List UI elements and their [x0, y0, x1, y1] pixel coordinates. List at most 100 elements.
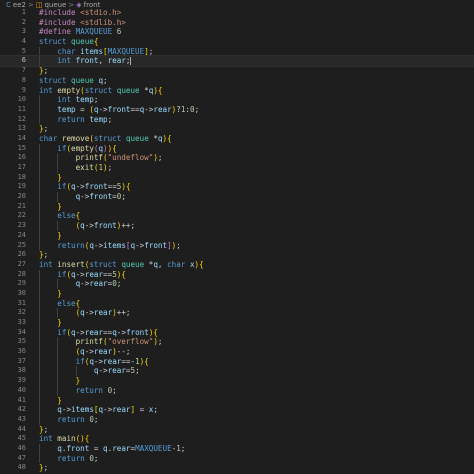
code-text: } [57, 318, 62, 327]
code-text: else{ [57, 211, 81, 221]
code-text: return 0; [75, 385, 117, 395]
line-number: 41 [17, 395, 26, 404]
code-line[interactable]: 17 exit(1); [0, 163, 474, 173]
line-number: 5 [21, 46, 26, 55]
line-number: 48 [17, 463, 26, 472]
code-line[interactable]: 9 int empty(struct queue *q){ [0, 86, 474, 96]
code-line[interactable]: 45 int main(){ [0, 434, 474, 444]
code-text: if(q->front==5){ [57, 182, 131, 192]
code-text: q->rear=0; [75, 279, 122, 289]
line-number: 46 [17, 443, 26, 452]
code-text: (q->rear)++; [75, 308, 131, 318]
code-line[interactable]: 4 struct queue{ [0, 37, 474, 47]
code-editor[interactable]: C ee2 > ◫ queue > ◈ front 1 #include <std… [0, 0, 474, 474]
code-line[interactable]: 39 } [0, 376, 474, 386]
code-line[interactable]: 37 if(q->rear==-1){ [0, 356, 474, 367]
code-line[interactable]: 40 return 0; [0, 385, 474, 396]
line-number: 16 [17, 153, 26, 162]
line-number: 1 [21, 8, 26, 16]
code-text: } [57, 395, 62, 405]
line-number: 35 [17, 337, 26, 346]
code-line[interactable]: 36 (q->rear)--; [0, 347, 474, 357]
code-text: } [57, 172, 62, 182]
line-number: 8 [21, 75, 26, 84]
code-line[interactable]: 19 if(q->front==5){ [0, 182, 474, 193]
code-line[interactable]: 24 } [0, 230, 474, 241]
code-line[interactable]: 18 } [0, 172, 474, 183]
line-number: 15 [17, 143, 26, 152]
code-line[interactable]: 3 #define MAXQUEUE 6 [0, 27, 474, 37]
code-line[interactable]: 6 int front, rear; [0, 55, 474, 68]
code-line[interactable]: 25 return(q->items[q->front]); [0, 240, 474, 251]
code-text: } [75, 376, 81, 386]
line-number: 31 [17, 298, 26, 307]
code-line[interactable]: 34 if(q->rear==q->front){ [0, 327, 474, 338]
line-number: 11 [17, 104, 26, 113]
code-area[interactable]: 1 #include <stdio.h> 2 #include <stdlib.h> 3… [0, 8, 474, 473]
code-text: return temp; [57, 114, 113, 124]
code-line[interactable]: 44}; [0, 425, 474, 435]
line-number: 21 [17, 201, 26, 210]
code-line[interactable]: 42 q->items[q->rear] = x; [0, 405, 474, 415]
code-line[interactable]: 38 q->rear=5; [0, 366, 474, 377]
code-text: q->rear=5; [93, 366, 140, 376]
line-number: 17 [17, 163, 26, 171]
code-line[interactable]: 10 int temp; [0, 95, 474, 105]
code-line[interactable]: 5 char items[MAXQUEUE]; [0, 46, 474, 57]
line-number: 44 [17, 424, 26, 433]
code-line[interactable]: 7}; [0, 66, 474, 76]
code-line[interactable]: 32 (q->rear)++; [0, 308, 474, 318]
code-line[interactable]: 23 (q->front)++; [0, 221, 474, 231]
line-number: 30 [17, 288, 26, 297]
code-text: int insert(struct queue *q, char x){ [39, 259, 204, 269]
code-text: #define MAXQUEUE 6 [39, 27, 122, 37]
code-line[interactable]: 35 printf("overflow"); [0, 337, 474, 348]
code-text: } [57, 201, 62, 211]
code-line[interactable]: 26}; [0, 250, 474, 260]
code-line[interactable]: 20 q->front=0; [0, 192, 474, 202]
code-text: if(empty(q)){ [57, 143, 117, 153]
code-line[interactable]: 46 q.front = q.rear=MAXQUEUE-1; [0, 443, 474, 454]
code-line[interactable]: 8 struct queue q; [0, 76, 474, 86]
code-line[interactable]: 13}; [0, 124, 474, 134]
line-number: 6 [21, 56, 26, 65]
code-line[interactable]: 21 } [0, 201, 474, 212]
line-number: 42 [17, 405, 26, 414]
code-line[interactable]: 29 q->rear=0; [0, 279, 474, 289]
code-line[interactable]: 33 } [0, 318, 474, 328]
code-line[interactable]: 11 temp = (q->front==q->rear)?1:0; [0, 104, 474, 115]
code-line[interactable]: 48}; [0, 463, 474, 473]
line-number: 18 [17, 172, 26, 181]
code-line[interactable]: 28 if(q->rear==5){ [0, 269, 474, 280]
code-text: else{ [57, 298, 81, 308]
code-text: #include <stdio.h> [39, 8, 122, 17]
line-number: 14 [17, 133, 26, 142]
code-line[interactable]: 15 if(empty(q)){ [0, 143, 474, 154]
line-number: 32 [17, 308, 26, 317]
line-number: 27 [17, 259, 26, 268]
line-number: 19 [17, 182, 26, 191]
line-number: 2 [21, 17, 26, 26]
code-line[interactable]: 1 #include <stdio.h> [0, 8, 474, 18]
code-line[interactable]: 41 } [0, 395, 474, 406]
code-line[interactable]: 31 else{ [0, 298, 474, 309]
line-number: 13 [17, 124, 26, 133]
line-number: 24 [17, 230, 26, 239]
code-line[interactable]: 12 return temp; [0, 114, 474, 125]
code-line[interactable]: 16 printf("undeflow"); [0, 153, 474, 163]
code-line[interactable]: 43 return 0; [0, 414, 474, 425]
code-line[interactable]: 2 #include <stdlib.h> [0, 18, 474, 28]
code-line[interactable]: 22 else{ [0, 211, 474, 222]
code-text: }; [39, 463, 49, 473]
line-number: 36 [17, 347, 26, 356]
line-number: 28 [17, 269, 26, 278]
code-text: q->items[q->rear] = x; [57, 405, 158, 415]
code-line[interactable]: 47 return 0; [0, 453, 474, 464]
line-number: 3 [21, 27, 26, 36]
code-line[interactable]: 14 char remove(struct queue *q){ [0, 134, 474, 144]
code-line[interactable]: 30 } [0, 288, 474, 299]
line-number: 7 [21, 66, 26, 75]
line-number: 10 [17, 95, 26, 104]
code-text: if(q->rear==q->front){ [57, 327, 158, 337]
code-line[interactable]: 27 int insert(struct queue *q, char x){ [0, 260, 474, 270]
